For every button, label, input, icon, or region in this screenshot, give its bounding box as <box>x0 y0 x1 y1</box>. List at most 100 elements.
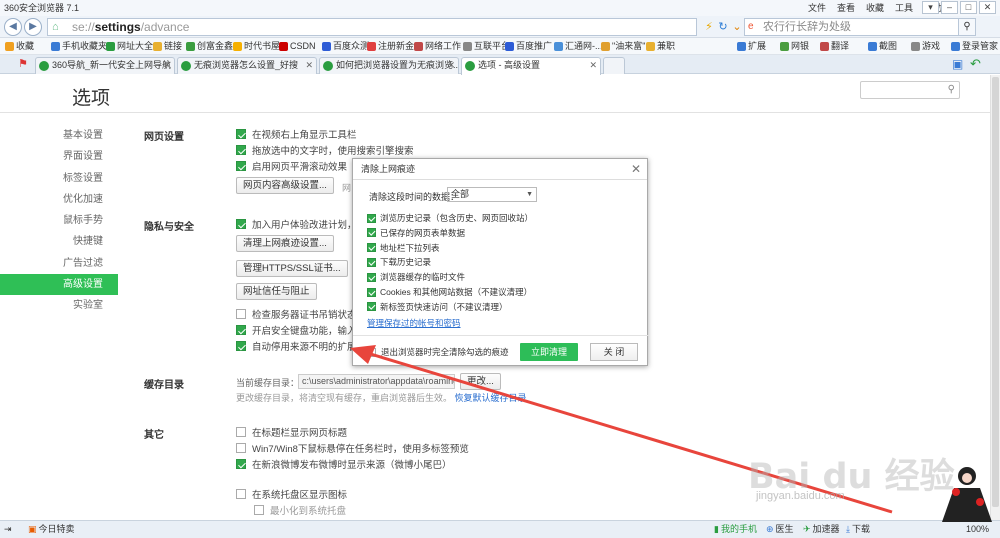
clear-item-option[interactable]: 地址栏下拉列表 <box>367 242 440 254</box>
option-tray-icon[interactable]: 在系统托盘区显示图标 <box>236 487 347 501</box>
favorite-item[interactable]: 游戏 <box>911 38 940 54</box>
favorite-item[interactable]: 时代书屋 <box>233 38 280 54</box>
checkbox[interactable] <box>367 302 376 312</box>
reset-cache-link[interactable]: 恢复默认缓存目录 <box>455 393 527 403</box>
favorite-item[interactable]: 网络工作 <box>414 38 461 54</box>
web-content-advanced-button[interactable]: 网页内容高级设置... <box>236 177 334 194</box>
clear-item-option[interactable]: 浏览器缓存的临时文件 <box>367 271 465 283</box>
checkbox[interactable] <box>236 427 246 437</box>
favorite-item[interactable]: 百度推广 <box>505 38 552 54</box>
favorite-item[interactable]: 截图 <box>868 38 897 54</box>
checkbox[interactable] <box>367 272 376 282</box>
browser-tab[interactable]: 如何把浏览器设置为无痕浏览... ✕ <box>319 57 459 74</box>
nav-item[interactable]: 界面设置 <box>0 146 118 167</box>
clear-now-button[interactable]: 立即清理 <box>520 343 578 361</box>
my-phone[interactable]: ▮ 我的手机 <box>714 521 757 538</box>
tab-close-icon[interactable]: ✕ <box>163 58 171 73</box>
clear-item-option[interactable]: 浏览历史记录（包含历史、网页回收站） <box>367 212 533 224</box>
favorite-item[interactable]: 翻译 <box>820 38 849 54</box>
lightning-icon[interactable]: ⚡ <box>702 19 716 35</box>
option-disable-unknown-ext[interactable]: 自动停用来源不明的扩展 <box>236 339 357 353</box>
nav-item[interactable]: 高级设置 <box>0 274 118 296</box>
cache-dir-input[interactable]: c:\users\administrator\appdata\roaming\3… <box>298 374 455 389</box>
option-smooth-scroll[interactable]: 启用网页平滑滚动效果 <box>236 159 347 173</box>
clear-item-option[interactable]: Cookies 和其他网站数据（不建议清理） <box>367 286 532 298</box>
undo-close-icon[interactable]: ↶ <box>970 56 981 72</box>
checkbox[interactable] <box>236 341 246 351</box>
option-taskbar-preview[interactable]: Win7/Win8下鼠标悬停在任务栏时，使用多标签预览 <box>236 441 469 455</box>
search-icon[interactable]: ⚲ <box>958 18 976 36</box>
favorite-item[interactable]: 手机收藏夹 <box>51 38 107 54</box>
sidebar-toggle-icon[interactable]: ⇥ <box>4 521 12 538</box>
manage-passwords-link[interactable]: 管理保存过的帐号和密码 <box>367 317 461 329</box>
nav-item[interactable]: 鼠标手势 <box>0 210 118 231</box>
favorite-item[interactable]: 网银 <box>780 38 809 54</box>
clear-item-option[interactable]: 下载历史记录 <box>367 256 431 268</box>
settings-search-input[interactable]: ⚲ <box>860 81 960 99</box>
checkbox[interactable] <box>236 489 246 499</box>
scrollbar[interactable] <box>990 75 1000 520</box>
tab-close-icon[interactable]: ✕ <box>589 58 597 73</box>
close-icon[interactable]: ✕ <box>979 1 996 14</box>
option-cert-revocation[interactable]: 检查服务器证书吊销状态 <box>236 307 357 321</box>
option-weibo-source[interactable]: 在新浪微博发布微博时显示来源（微博小尾巴） <box>236 457 452 471</box>
option-drag-search[interactable]: 拖放选中的文字时，使用搜索引擎搜索 <box>236 143 414 157</box>
checkbox[interactable] <box>236 443 246 453</box>
favorite-item[interactable]: 互联平台 <box>463 38 510 54</box>
dialog-close-button[interactable]: 关 闭 <box>590 343 638 361</box>
checkbox[interactable] <box>236 459 246 469</box>
favorite-item[interactable]: "油来富" <box>601 38 645 54</box>
change-cache-button[interactable]: 更改... <box>460 373 501 390</box>
minimize-icon[interactable]: – <box>941 1 958 14</box>
checkbox[interactable] <box>367 213 376 223</box>
option-video-toolbar[interactable]: 在视频右上角显示工具栏 <box>236 127 357 141</box>
nav-item[interactable]: 快捷键 <box>0 231 118 252</box>
back-icon[interactable]: ◀ <box>4 18 22 36</box>
checkbox[interactable] <box>236 309 246 319</box>
clear-traces-settings-button[interactable]: 清理上网痕迹设置... <box>236 235 334 252</box>
maximize-icon[interactable]: □ <box>960 1 977 14</box>
nav-item[interactable]: 实验室 <box>0 295 118 316</box>
menu-favorites[interactable]: 收藏 <box>866 0 884 16</box>
favorite-item[interactable]: 链接 <box>153 38 182 54</box>
nav-item[interactable]: 标签设置 <box>0 168 118 189</box>
checkbox[interactable] <box>236 129 246 139</box>
tab-restore-icon[interactable]: ▣ <box>952 57 963 71</box>
favorite-item[interactable]: 收藏 <box>5 38 34 54</box>
scrollbar-thumb[interactable] <box>992 77 999 507</box>
browser-tab[interactable]: 360导航_新一代安全上网导航 ✕ <box>35 57 175 74</box>
url-trust-block-button[interactable]: 网址信任与阻止 <box>236 283 317 300</box>
nav-item[interactable]: 优化加速 <box>0 189 118 210</box>
nav-item[interactable]: 广告过滤 <box>0 253 118 274</box>
favorite-item[interactable]: 百度众测 <box>322 38 369 54</box>
checkbox[interactable] <box>367 257 376 267</box>
manage-certificates-button[interactable]: 管理HTTPS/SSL证书... <box>236 260 348 277</box>
new-tab-button[interactable] <box>603 57 625 74</box>
pin-icon[interactable]: ⚑ <box>18 57 28 70</box>
favorite-item[interactable]: CSDN <box>279 38 316 54</box>
search-input[interactable]: e 农行行长辞为处级 <box>744 18 976 36</box>
home-icon[interactable]: ⌂ <box>52 21 66 33</box>
menu-tools[interactable]: 工具 <box>895 0 913 16</box>
checkbox[interactable] <box>236 219 246 229</box>
favorite-item[interactable]: 扩展 <box>737 38 766 54</box>
skin-icon[interactable]: ▾ <box>922 1 939 14</box>
checkbox[interactable] <box>254 505 264 515</box>
favorite-item[interactable]: 登录管家 <box>951 38 998 54</box>
clear-item-option[interactable]: 已保存的网页表单数据 <box>367 227 465 239</box>
tab-close-icon[interactable]: ✕ <box>447 58 455 73</box>
doctor[interactable]: ⊕ 医生 <box>766 521 794 538</box>
option-title-in-titlebar[interactable]: 在标题栏显示网页标题 <box>236 425 347 439</box>
today-deals[interactable]: ▣ 今日特卖 <box>28 521 75 538</box>
checkbox[interactable] <box>367 347 376 357</box>
menu-view[interactable]: 查看 <box>837 0 855 16</box>
checkbox[interactable] <box>367 287 376 297</box>
favorite-item[interactable]: 注册新金 <box>367 38 414 54</box>
clear-item-option[interactable]: 新标签页快速访问（不建议清理） <box>367 301 508 313</box>
refresh-icon[interactable]: ↻ <box>716 19 730 35</box>
accelerator[interactable]: ✈ 加速器 <box>803 521 840 538</box>
option-ux-program[interactable]: 加入用户体验改进计划，帮 <box>236 217 366 231</box>
address-input[interactable]: ⌂ se:// settings /advance <box>47 18 697 36</box>
checkbox[interactable] <box>367 243 376 253</box>
exit-clear-option[interactable]: 退出浏览器时完全清除勾选的痕迹 <box>367 346 509 358</box>
